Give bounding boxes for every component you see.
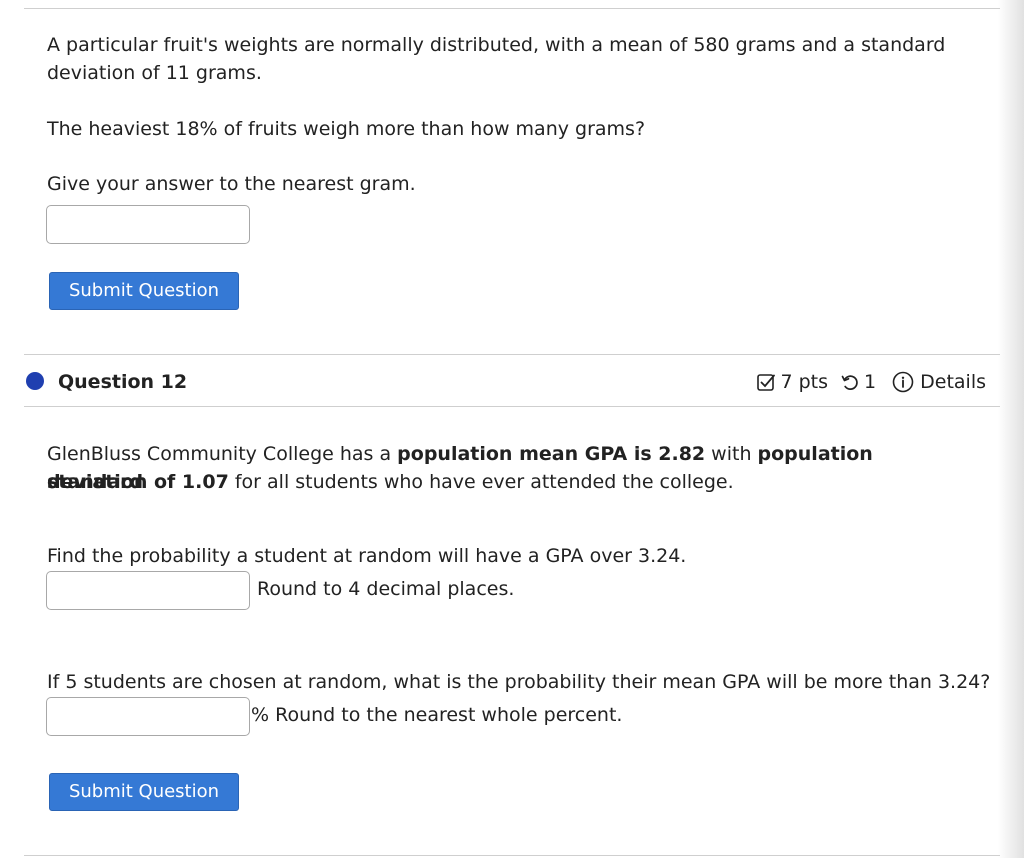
q12-submit-button[interactable]: Submit Question: [49, 773, 239, 811]
part2-suffix: % Round to the nearest whole percent.: [251, 704, 623, 726]
stem-text: for all students who have ever attended …: [228, 471, 734, 493]
stem-mean: population mean GPA is 2.82: [397, 443, 706, 465]
attempts-count: 1: [864, 371, 877, 393]
part1-answer-input[interactable]: [46, 571, 250, 610]
q11-answer-input[interactable]: [46, 205, 250, 244]
question-meta: 7 pts 1 Details: [756, 368, 986, 396]
header-divider: [24, 406, 1000, 407]
part1-suffix: Round to 4 decimal places.: [257, 578, 515, 600]
q11-stem-line2: deviation of 11 grams.: [47, 62, 262, 84]
page-edge-shadow: [998, 0, 1024, 858]
stem-text: GlenBluss Community College has a: [47, 443, 398, 465]
q11-submit-button[interactable]: Submit Question: [49, 272, 239, 310]
q11-stem-line1: A particular fruit's weights are normall…: [47, 34, 946, 56]
retry-icon: [840, 372, 860, 392]
details-link[interactable]: Details: [920, 368, 986, 396]
question-title: Question 12: [58, 371, 188, 393]
top-divider: [24, 8, 1000, 9]
part2-prompt: If 5 students are chosen at random, what…: [47, 671, 991, 693]
q11-question: The heaviest 18% of fruits weigh more th…: [47, 118, 646, 140]
question-divider: [24, 354, 1000, 355]
points-label: 7 pts: [780, 371, 829, 393]
part1-prompt: Find the probability a student at random…: [47, 545, 687, 567]
stem-sd-value: deviation of 1.07: [47, 471, 229, 493]
part2-answer-input[interactable]: [46, 697, 250, 736]
question-status-dot: [26, 372, 44, 390]
checkbox-icon: [756, 372, 776, 392]
q12-stem-line2: deviation of 1.07 for all students who h…: [47, 468, 734, 496]
q11-instruction: Give your answer to the nearest gram.: [47, 173, 416, 195]
bottom-divider: [24, 855, 1000, 856]
info-icon[interactable]: [892, 371, 914, 393]
stem-text: with: [705, 443, 758, 465]
